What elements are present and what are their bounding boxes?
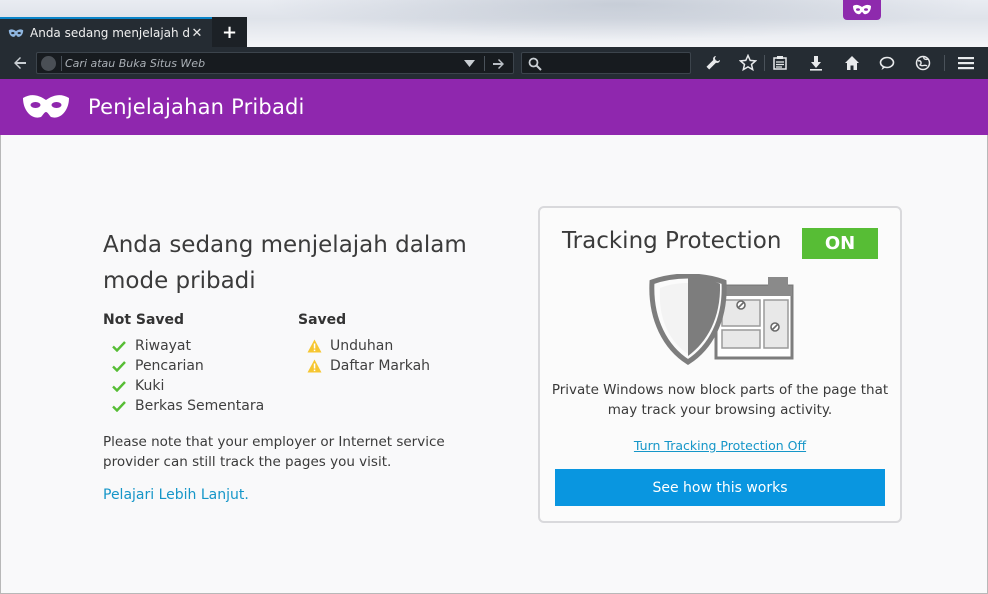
reading-list-icon[interactable] [770, 53, 790, 73]
tracking-protection-title: Tracking Protection [562, 228, 782, 254]
url-separator [61, 56, 62, 71]
new-tab-button[interactable]: + [212, 17, 247, 47]
search-bar[interactable] [521, 52, 691, 74]
turn-off-tracking-protection-link[interactable]: Turn Tracking Protection Off [540, 438, 900, 453]
private-browsing-indicator [843, 0, 881, 20]
tab-title: Anda sedang menjelajah d... [30, 26, 190, 40]
not-saved-item: Riwayat [135, 338, 191, 354]
check-icon [111, 339, 127, 353]
toolbar-separator [764, 55, 765, 71]
close-tab-icon[interactable]: ✕ [190, 26, 204, 41]
globe-icon[interactable] [913, 53, 933, 73]
tracking-protection-card: Tracking Protection ON Private Windows n… [538, 206, 902, 523]
chat-icon[interactable] [877, 53, 897, 73]
check-icon [111, 379, 127, 393]
list-item: Pencarian [103, 356, 264, 376]
search-icon[interactable] [528, 56, 542, 71]
hamburger-menu-icon[interactable] [956, 53, 976, 73]
list-item: Berkas Sementara [103, 396, 264, 416]
tracking-protection-toggle[interactable]: ON [802, 228, 878, 259]
check-icon [111, 359, 127, 373]
tracking-protection-description: Private Windows now block parts of the p… [551, 382, 889, 418]
main-heading: Anda sedang menjelajah dalam mode pribad… [103, 232, 467, 294]
url-input[interactable] [65, 54, 455, 72]
learn-more-link[interactable]: Pelajari Lebih Lanjut. [103, 487, 249, 503]
wrench-icon[interactable] [703, 53, 723, 73]
go-button[interactable] [487, 55, 511, 72]
private-browsing-header: Penjelajahan Pribadi [0, 79, 988, 135]
dropdown-icon[interactable] [463, 58, 475, 68]
not-saved-column: Not Saved Riwayat Pencarian Kuki Berkas … [103, 312, 264, 416]
saved-title: Saved [298, 312, 347, 328]
url-go-separator [484, 56, 485, 71]
home-icon[interactable] [842, 53, 862, 73]
title-bar: Anda sedang menjelajah d... ✕ + [0, 0, 988, 47]
tab-private-browsing[interactable]: Anda sedang menjelajah d... ✕ [0, 17, 212, 47]
saved-item: Unduhan [330, 338, 394, 354]
private-mask-icon [8, 27, 24, 39]
search-input[interactable] [548, 54, 686, 72]
go-arrow-icon [493, 58, 504, 69]
not-saved-item: Pencarian [135, 358, 204, 374]
toolbar-separator [944, 55, 945, 71]
warning-icon [306, 359, 322, 373]
private-mask-icon [853, 4, 871, 15]
page-title: Penjelajahan Pribadi [88, 95, 305, 119]
not-saved-title: Not Saved [103, 312, 185, 328]
tracking-note: Please note that your employer or Intern… [103, 434, 445, 470]
list-item: Kuki [103, 376, 264, 396]
saved-item: Daftar Markah [330, 358, 431, 374]
check-icon [111, 399, 127, 413]
list-item: Daftar Markah [298, 356, 430, 376]
private-browsing-content: Anda sedang menjelajah dalam mode pribad… [0, 135, 988, 594]
see-how-this-works-button[interactable]: See how this works [555, 469, 885, 506]
back-button[interactable] [8, 52, 32, 74]
star-icon[interactable] [738, 53, 758, 73]
navigation-toolbar [0, 47, 988, 79]
shield-illustration [649, 274, 794, 365]
back-arrow-icon [14, 57, 26, 69]
saved-column: Saved Unduhan Daftar Markah [298, 312, 430, 376]
private-mask-icon [23, 95, 69, 118]
not-saved-item: Berkas Sementara [135, 398, 265, 414]
url-bar[interactable] [36, 52, 514, 74]
warning-icon [306, 339, 322, 353]
not-saved-item: Kuki [135, 378, 165, 394]
list-item: Riwayat [103, 336, 264, 356]
list-item: Unduhan [298, 336, 430, 356]
download-icon[interactable] [806, 53, 826, 73]
site-identity-icon[interactable] [41, 56, 56, 71]
